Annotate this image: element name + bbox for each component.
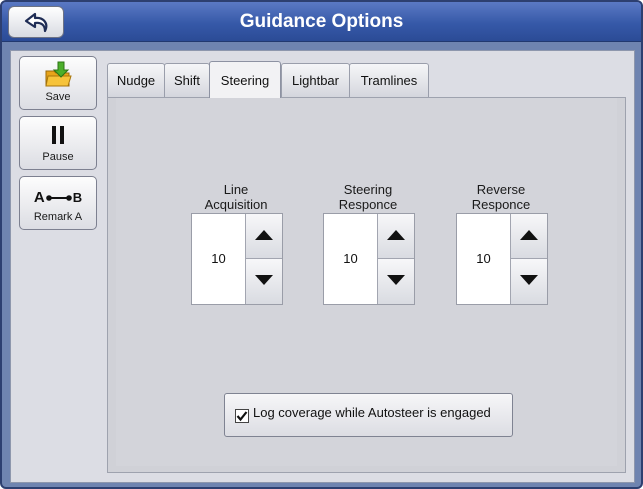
checkmark-icon — [236, 411, 248, 422]
back-arrow-icon — [24, 12, 48, 33]
save-label: Save — [45, 91, 71, 103]
arrow-down-icon — [255, 275, 273, 285]
reverse-responce-spinner: 10 — [456, 213, 548, 305]
ab-line-icon: A B — [20, 189, 96, 207]
arrow-down-icon — [520, 275, 538, 285]
reverse-responce-decrease-button[interactable] — [510, 259, 547, 304]
guidance-options-window: Guidance Options Save Pause A B Remark A… — [0, 0, 643, 489]
tab-lightbar[interactable]: Lightbar — [281, 63, 350, 97]
ab-icon-letter-a: A — [33, 189, 45, 206]
reverse-responce-label: Reverse Responce — [446, 182, 556, 212]
log-coverage-checkbox[interactable] — [235, 409, 249, 423]
remark-a-label: Remark A — [33, 211, 83, 223]
tab-tramlines[interactable]: Tramlines — [349, 63, 429, 97]
arrow-down-icon — [387, 275, 405, 285]
steering-panel-body: Line Acquisition 10 Steering Responce 10 — [116, 98, 617, 466]
steering-responce-spinner: 10 — [323, 213, 415, 305]
steering-responce-decrease-button[interactable] — [377, 259, 414, 304]
line-acquisition-spinner: 10 — [191, 213, 283, 305]
content-area: Save Pause A B Remark A Nudge Shift Stee… — [10, 50, 635, 483]
save-button[interactable]: Save — [19, 56, 97, 110]
log-coverage-toggle[interactable]: Log coverage while Autosteer is engaged — [224, 393, 513, 437]
tab-steering[interactable]: Steering — [209, 61, 281, 98]
save-folder-icon — [20, 61, 96, 94]
reverse-responce-increase-button[interactable] — [510, 214, 547, 259]
steering-responce-label-line1: Steering — [343, 182, 393, 197]
line-acquisition-label-line1: Line — [223, 182, 249, 197]
title-bar: Guidance Options — [2, 2, 641, 42]
steering-responce-increase-button[interactable] — [377, 214, 414, 259]
pause-label: Pause — [42, 151, 74, 163]
steering-responce-label: Steering Responce — [313, 182, 423, 212]
pause-icon — [20, 121, 96, 150]
arrow-up-icon — [387, 230, 405, 240]
line-acquisition-decrease-button[interactable] — [245, 259, 282, 304]
remark-a-button[interactable]: A B Remark A — [19, 176, 97, 230]
reverse-responce-label-line1: Reverse — [476, 182, 526, 197]
arrow-up-icon — [255, 230, 273, 240]
line-acquisition-value[interactable]: 10 — [192, 214, 245, 304]
line-acquisition-label-line2: Acquisition — [204, 197, 268, 212]
window-title: Guidance Options — [239, 11, 404, 32]
reverse-responce-value[interactable]: 10 — [457, 214, 510, 304]
steering-responce-label-line2: Responce — [338, 197, 398, 212]
sidebar: Save Pause A B Remark A — [19, 56, 97, 236]
tab-nudge[interactable]: Nudge — [107, 63, 165, 97]
steering-panel: Line Acquisition 10 Steering Responce 10 — [107, 97, 626, 473]
line-acquisition-increase-button[interactable] — [245, 214, 282, 259]
line-acquisition-label: Line Acquisition — [181, 182, 291, 212]
pause-button[interactable]: Pause — [19, 116, 97, 170]
back-button[interactable] — [8, 6, 64, 38]
reverse-responce-label-line2: Responce — [471, 197, 531, 212]
ab-icon-letter-b: B — [72, 190, 83, 205]
steering-responce-value[interactable]: 10 — [324, 214, 377, 304]
arrow-up-icon — [520, 230, 538, 240]
log-coverage-label: Log coverage while Autosteer is engaged — [253, 405, 491, 420]
tab-shift[interactable]: Shift — [164, 63, 210, 97]
